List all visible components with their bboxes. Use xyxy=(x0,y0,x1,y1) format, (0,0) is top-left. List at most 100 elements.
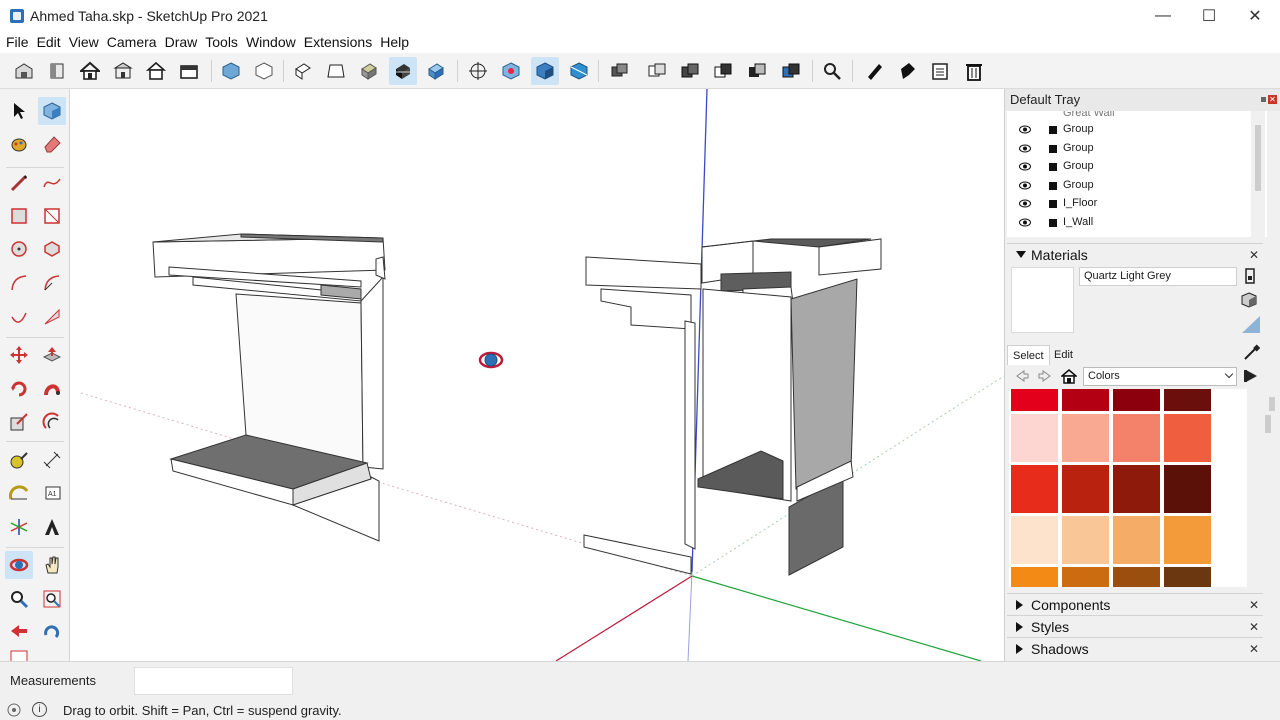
text-tool[interactable]: A1 xyxy=(38,479,66,507)
outliner-list[interactable]: Great Wall Group Group Group Group I_Flo… xyxy=(1007,111,1267,237)
push-pull-tool[interactable] xyxy=(38,341,66,369)
scroll-thumb[interactable] xyxy=(1255,125,1261,191)
section-plane-button[interactable] xyxy=(497,57,525,85)
zoom-tool[interactable] xyxy=(5,585,33,613)
circle-tool[interactable] xyxy=(5,235,33,263)
line-tool[interactable] xyxy=(5,169,33,197)
color-swatch[interactable] xyxy=(1164,567,1211,587)
close-icon[interactable]: ✕ xyxy=(1249,621,1259,633)
left-cabinet-model[interactable] xyxy=(152,233,386,542)
previous-view-tool[interactable] xyxy=(5,617,33,645)
color-swatch[interactable] xyxy=(1164,389,1211,411)
color-swatch[interactable] xyxy=(1113,389,1160,411)
material-library-select[interactable]: Colors xyxy=(1083,367,1237,386)
union-button[interactable] xyxy=(676,57,704,85)
split-button[interactable] xyxy=(777,57,805,85)
make-component-tool[interactable] xyxy=(38,97,66,125)
two-point-arc-tool[interactable] xyxy=(5,303,33,331)
outer-shell-button[interactable] xyxy=(605,57,633,85)
sample-paint-icon[interactable] xyxy=(1240,314,1262,334)
materials-header[interactable]: Materials ✕ xyxy=(1007,243,1263,265)
arc-tool[interactable] xyxy=(5,269,33,297)
forward-arrow-icon[interactable] xyxy=(1038,369,1052,383)
color-swatch[interactable] xyxy=(1113,465,1160,513)
tray-close-button[interactable]: ✕ xyxy=(1268,95,1277,104)
model-scene[interactable] xyxy=(71,89,1004,661)
shadows-header[interactable]: Shadows ✕ xyxy=(1007,637,1263,659)
close-icon[interactable]: ✕ xyxy=(1249,599,1259,611)
back-view-button[interactable] xyxy=(142,57,170,85)
tape-measure-tool[interactable] xyxy=(5,446,33,474)
section-cut-button[interactable] xyxy=(565,57,593,85)
list-item[interactable]: Group xyxy=(1007,121,1247,139)
eyedropper-icon[interactable] xyxy=(1242,343,1260,361)
menu-draw[interactable]: Draw xyxy=(161,31,202,53)
zoom-window-tool[interactable] xyxy=(38,585,66,613)
paint-bucket-tool[interactable] xyxy=(5,130,33,158)
maximize-button[interactable]: ☐ xyxy=(1186,0,1232,31)
position-camera-button[interactable] xyxy=(464,57,492,85)
tray-scrollbar[interactable] xyxy=(1265,389,1279,657)
eye-icon[interactable] xyxy=(1019,199,1031,208)
material-cube-button[interactable] xyxy=(217,57,245,85)
geo-location-icon[interactable] xyxy=(6,702,22,718)
menu-extensions[interactable]: Extensions xyxy=(300,31,376,53)
styles-header[interactable]: Styles ✕ xyxy=(1007,615,1263,637)
color-swatch[interactable] xyxy=(1062,567,1109,587)
list-item[interactable]: Group xyxy=(1007,158,1247,176)
left-view-button[interactable] xyxy=(355,57,383,85)
select-tool[interactable] xyxy=(5,97,33,125)
details-arrow-icon[interactable] xyxy=(1243,368,1259,384)
close-icon[interactable]: ✕ xyxy=(1249,249,1259,261)
color-swatch[interactable] xyxy=(1062,516,1109,564)
list-item[interactable]: I_Floor xyxy=(1007,195,1247,213)
eraser-tool[interactable] xyxy=(38,130,66,158)
eye-icon[interactable] xyxy=(1019,162,1031,171)
close-window-button[interactable]: ✕ xyxy=(1232,0,1278,31)
color-swatch[interactable] xyxy=(1011,414,1058,462)
dimension-tool[interactable] xyxy=(38,446,66,474)
warehouse-button[interactable] xyxy=(10,57,38,85)
rectangle-tool[interactable] xyxy=(5,202,33,230)
intersect-button[interactable] xyxy=(643,57,671,85)
section-display-button[interactable] xyxy=(531,57,559,85)
home-icon[interactable] xyxy=(1061,368,1077,384)
components-button[interactable] xyxy=(43,57,71,85)
info-icon[interactable]: i xyxy=(32,702,47,717)
front-view-button[interactable] xyxy=(109,57,137,85)
material-name-field[interactable]: Quartz Light Grey xyxy=(1079,267,1237,286)
delete-button[interactable] xyxy=(960,57,988,85)
zoom-extents-button[interactable] xyxy=(818,57,846,85)
polygon-tool[interactable] xyxy=(38,235,66,263)
offset-tool[interactable] xyxy=(38,408,66,436)
model-viewport[interactable] xyxy=(71,89,1004,661)
scale-tool[interactable] xyxy=(5,408,33,436)
color-swatch[interactable] xyxy=(1113,567,1160,587)
three-point-arc-tool[interactable] xyxy=(38,303,66,331)
orbit-tool[interactable] xyxy=(5,551,33,579)
color-swatch[interactable] xyxy=(1164,516,1211,564)
menu-view[interactable]: View xyxy=(65,31,103,53)
eraser-style-button[interactable] xyxy=(250,57,278,85)
scroll-thumb[interactable] xyxy=(1269,397,1275,411)
menu-tools[interactable]: Tools xyxy=(201,31,242,53)
tab-edit[interactable]: Edit xyxy=(1049,345,1078,365)
3d-text-tool[interactable] xyxy=(38,513,66,541)
measurements-input[interactable] xyxy=(134,667,293,695)
outliner-scrollbar[interactable] xyxy=(1251,111,1265,237)
color-swatch[interactable] xyxy=(1062,465,1109,513)
components-header[interactable]: Components ✕ xyxy=(1007,593,1263,615)
menu-edit[interactable]: Edit xyxy=(33,31,65,53)
home-view-button[interactable] xyxy=(76,57,104,85)
right-cabinet-model[interactable] xyxy=(583,238,882,576)
create-material-icon[interactable] xyxy=(1240,292,1258,308)
subtract-button[interactable] xyxy=(709,57,737,85)
color-swatch[interactable] xyxy=(1011,516,1058,564)
color-swatch[interactable] xyxy=(1062,389,1109,411)
color-swatch[interactable] xyxy=(1113,414,1160,462)
iso-view-button[interactable] xyxy=(322,57,350,85)
back-arrow-icon[interactable] xyxy=(1015,369,1029,383)
walk-tool[interactable] xyxy=(5,643,33,661)
pie-tool[interactable] xyxy=(38,269,66,297)
color-swatch[interactable] xyxy=(1062,414,1109,462)
